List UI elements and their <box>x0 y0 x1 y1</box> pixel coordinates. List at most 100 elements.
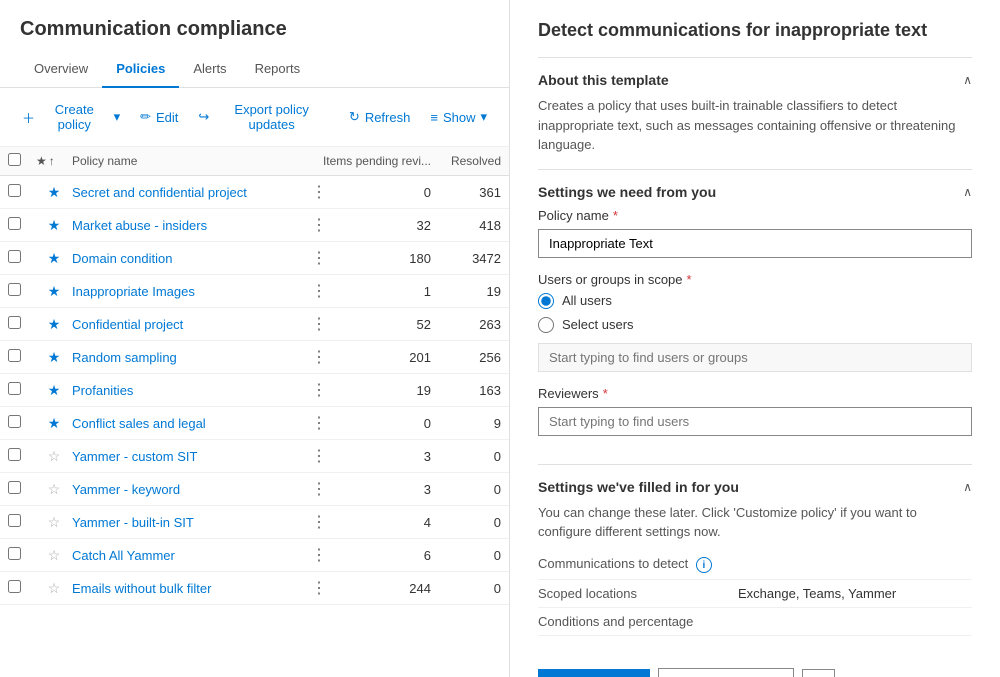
row-policy-name[interactable]: Profanities <box>72 383 307 398</box>
row-policy-name[interactable]: Conflict sales and legal <box>72 416 307 431</box>
star-filled-icon[interactable]: ★ <box>48 250 61 266</box>
comm-detect-row: Communications to detect i <box>538 550 972 581</box>
star-empty-icon[interactable]: ☆ <box>48 580 61 596</box>
table-row: ★ Domain condition ⋮ 180 3472 <box>0 242 509 275</box>
row-checkbox-6[interactable] <box>8 382 21 395</box>
star-empty-icon[interactable]: ☆ <box>48 547 61 563</box>
policy-table: ★ Secret and confidential project ⋮ 0 36… <box>0 176 509 677</box>
row-policy-name[interactable]: Yammer - built-in SIT <box>72 515 307 530</box>
settings-title: Settings we need from you <box>538 184 716 200</box>
star-filled-icon[interactable]: ★ <box>48 415 61 431</box>
row-checkbox-0[interactable] <box>8 184 21 197</box>
row-menu-icon[interactable]: ⋮ <box>307 215 331 235</box>
row-menu-icon[interactable]: ⋮ <box>307 380 331 400</box>
filled-section-header[interactable]: Settings we've filled in for you ∧ <box>538 479 972 495</box>
row-menu-icon[interactable]: ⋮ <box>307 446 331 466</box>
star-empty-icon[interactable]: ☆ <box>48 514 61 530</box>
row-menu-icon[interactable]: ⋮ <box>307 281 331 301</box>
toolbar: ＋ Create policy ▾ ✏ Edit ↪ Export policy… <box>0 88 509 147</box>
star-filled-icon[interactable]: ★ <box>48 382 61 398</box>
select-users-radio[interactable] <box>538 317 554 333</box>
info-icon[interactable]: i <box>696 557 712 573</box>
customize-policy-button[interactable]: Customize policy <box>658 668 794 677</box>
tab-policies[interactable]: Policies <box>102 51 179 88</box>
row-policy-name[interactable]: Catch All Yammer <box>72 548 307 563</box>
policy-name-header[interactable]: Policy name <box>72 154 301 168</box>
edit-button[interactable]: ✏ Edit <box>138 105 180 129</box>
row-menu-icon[interactable]: ⋮ <box>307 248 331 268</box>
row-policy-name[interactable]: Yammer - custom SIT <box>72 449 307 464</box>
row-policy-name[interactable]: Yammer - keyword <box>72 482 307 497</box>
scope-required-marker: * <box>687 272 692 287</box>
row-checkbox-10[interactable] <box>8 514 21 527</box>
policy-name-input[interactable] <box>538 229 972 258</box>
table-row: ☆ Yammer - built-in SIT ⋮ 4 0 <box>0 506 509 539</box>
row-checkbox-8[interactable] <box>8 448 21 461</box>
resolved-header[interactable]: Resolved <box>431 154 501 168</box>
row-policy-name[interactable]: Market abuse - insiders <box>72 218 307 233</box>
tab-overview[interactable]: Overview <box>20 51 102 88</box>
sort-arrow: ↑ <box>49 154 55 168</box>
settings-section: Settings we need from you ∧ Policy name … <box>538 169 972 464</box>
row-checkbox-2[interactable] <box>8 250 21 263</box>
row-checkbox-3[interactable] <box>8 283 21 296</box>
export-button[interactable]: ↪ Export policy updates <box>196 98 330 136</box>
create-policy-button[interactable]: ＋ Create policy ▾ <box>20 98 122 136</box>
row-checkbox-12[interactable] <box>8 580 21 593</box>
row-menu-icon[interactable]: ⋮ <box>307 479 331 499</box>
row-checkbox-9[interactable] <box>8 481 21 494</box>
row-menu-icon[interactable]: ⋮ <box>307 578 331 598</box>
comm-detect-key: Communications to detect i <box>538 556 738 574</box>
row-policy-name[interactable]: Domain condition <box>72 251 307 266</box>
row-pending: 52 <box>331 317 431 332</box>
select-users-option[interactable]: Select users <box>538 317 972 333</box>
row-resolved: 0 <box>431 581 501 596</box>
row-resolved: 263 <box>431 317 501 332</box>
row-menu-icon[interactable]: ⋮ <box>307 512 331 532</box>
all-users-radio[interactable] <box>538 293 554 309</box>
refresh-button[interactable]: ↻ Refresh <box>347 105 412 129</box>
table-row: ★ Inappropriate Images ⋮ 1 19 <box>0 275 509 308</box>
row-checkbox-7[interactable] <box>8 415 21 428</box>
row-menu-icon[interactable]: ⋮ <box>307 545 331 565</box>
select-all-checkbox[interactable] <box>8 153 21 166</box>
row-pending: 19 <box>331 383 431 398</box>
row-policy-name[interactable]: Emails without bulk filter <box>72 581 307 596</box>
row-policy-name[interactable]: Inappropriate Images <box>72 284 307 299</box>
reviewers-label: Reviewers * <box>538 386 972 401</box>
star-filled-icon[interactable]: ★ <box>48 217 61 233</box>
create-policy-submit-button[interactable]: Create policy <box>538 669 650 677</box>
show-button[interactable]: ≡ Show ▾ <box>428 105 489 129</box>
star-filled-icon[interactable]: ★ <box>48 184 61 200</box>
star-empty-icon[interactable]: ☆ <box>48 448 61 464</box>
star-filled-icon[interactable]: ★ <box>48 316 61 332</box>
reviewers-input[interactable] <box>538 407 972 436</box>
row-menu-icon[interactable]: ⋮ <box>307 347 331 367</box>
pending-header[interactable]: Items pending revi... <box>301 154 431 168</box>
table-row: ★ Secret and confidential project ⋮ 0 36… <box>0 176 509 209</box>
row-menu-icon[interactable]: ⋮ <box>307 413 331 433</box>
sort-star-header[interactable]: ★ ↑ <box>36 154 72 168</box>
settings-section-header[interactable]: Settings we need from you ∧ <box>538 184 972 200</box>
row-policy-name[interactable]: Confidential project <box>72 317 307 332</box>
star-filled-icon[interactable]: ★ <box>48 349 61 365</box>
tab-reports[interactable]: Reports <box>241 51 315 88</box>
star-filled-icon[interactable]: ★ <box>48 283 61 299</box>
about-section-header[interactable]: About this template ∧ <box>538 72 972 88</box>
tab-alerts[interactable]: Alerts <box>179 51 240 88</box>
row-policy-name[interactable]: Secret and confidential project <box>72 185 307 200</box>
row-checkbox-5[interactable] <box>8 349 21 362</box>
conditions-row: Conditions and percentage <box>538 608 972 636</box>
scope-search-input <box>538 343 972 372</box>
more-options-button[interactable]: ... <box>802 669 835 677</box>
all-users-option[interactable]: All users <box>538 293 972 309</box>
row-menu-icon[interactable]: ⋮ <box>307 182 331 202</box>
row-checkbox-11[interactable] <box>8 547 21 560</box>
table-row: ★ Confidential project ⋮ 52 263 <box>0 308 509 341</box>
row-checkbox-1[interactable] <box>8 217 21 230</box>
row-checkbox-4[interactable] <box>8 316 21 329</box>
row-menu-icon[interactable]: ⋮ <box>307 314 331 334</box>
star-empty-icon[interactable]: ☆ <box>48 481 61 497</box>
policy-name-group: Policy name * <box>538 208 972 258</box>
row-policy-name[interactable]: Random sampling <box>72 350 307 365</box>
